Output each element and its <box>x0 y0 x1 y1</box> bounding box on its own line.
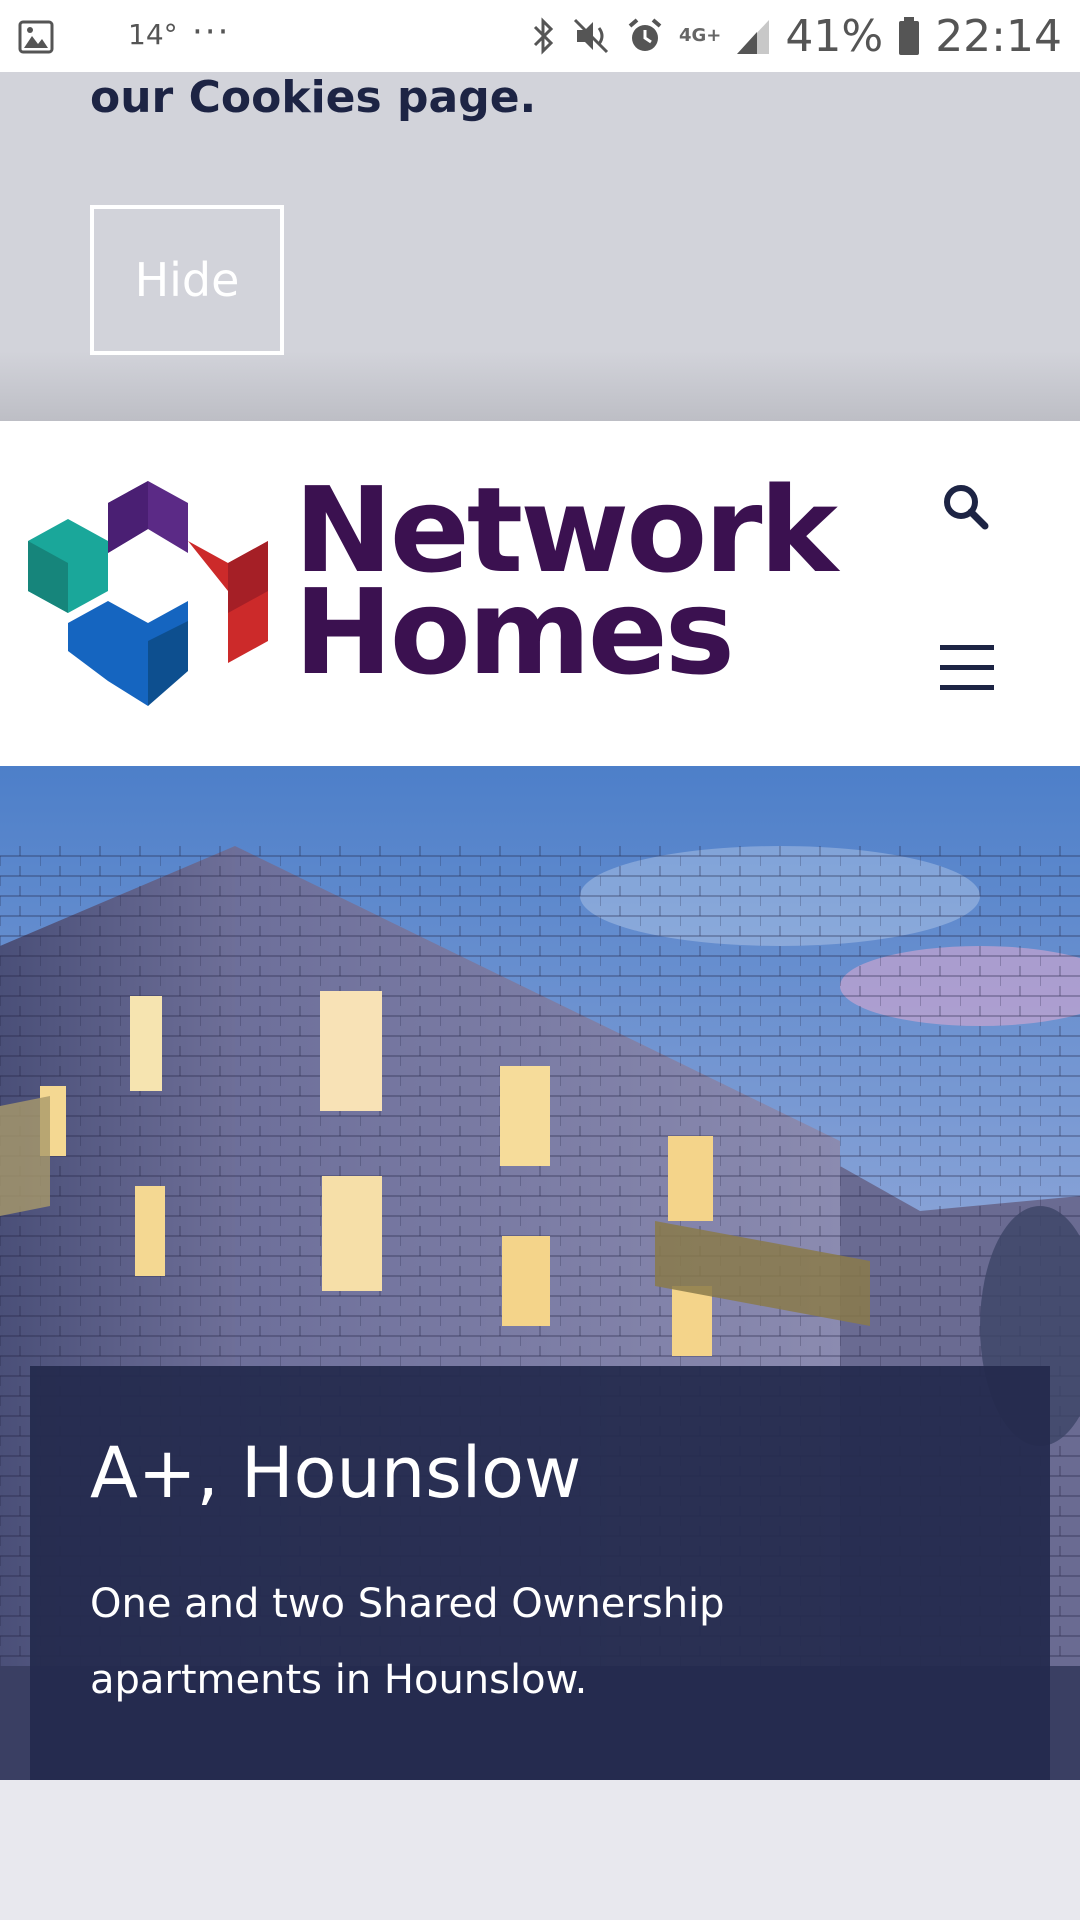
signal-icon <box>737 20 770 54</box>
page-body-background <box>0 1780 1080 1920</box>
temperature: 14° <box>128 18 178 51</box>
bluetooth-icon <box>533 17 554 55</box>
network-type: 4G+ <box>679 25 722 46</box>
network-homes-logo-icon[interactable] <box>28 481 268 706</box>
more-notifications-icon: ··· <box>192 12 231 52</box>
site-header: Network Homes <box>0 421 1080 766</box>
gallery-icon <box>18 20 54 54</box>
hero-description: One and two Shared Ownership apartments … <box>90 1581 725 1703</box>
hide-cookie-banner-button[interactable]: Hide <box>90 205 284 355</box>
alarm-icon <box>628 18 662 51</box>
hamburger-menu-icon[interactable] <box>938 643 996 693</box>
hero-caption-card[interactable]: A+, Hounslow One and two Shared Ownershi… <box>30 1366 1050 1780</box>
mute-icon <box>573 18 609 54</box>
clock: 22:14 <box>935 10 1062 62</box>
battery-percentage: 41% <box>785 10 884 62</box>
hero-banner[interactable]: A+, Hounslow One and two Shared Ownershi… <box>0 766 1080 1780</box>
hero-title[interactable]: A+, Hounslow <box>90 1432 581 1514</box>
battery-icon <box>899 17 920 55</box>
cookie-notice-text: our Cookies page. <box>90 72 537 123</box>
logo-wordmark[interactable]: Network Homes <box>294 471 838 691</box>
status-bar: 14° ··· 4G+ 41% 22:14 <box>0 0 1080 72</box>
cookie-banner: our Cookies page. Hide <box>0 72 1080 421</box>
search-icon[interactable] <box>940 481 992 533</box>
